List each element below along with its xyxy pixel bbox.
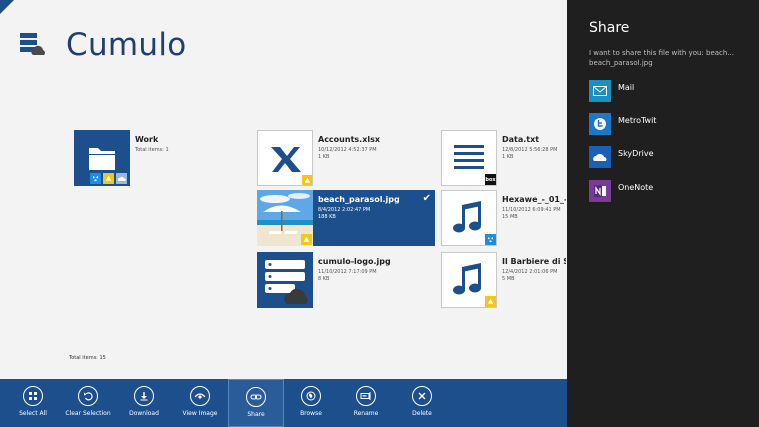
total-items-label: Total items: 15 [69,355,106,361]
download-button[interactable]: Download [116,379,172,427]
browse-button[interactable]: Browse [283,379,339,427]
dropbox-badge-icon [90,173,101,184]
app-title: Cumulo [66,27,187,63]
onenote-icon [589,180,611,202]
share-target-onenote[interactable]: OneNote [589,180,749,204]
rename-button[interactable]: Rename [338,379,394,427]
share-title: Share [589,20,630,36]
file-date: 11/10/2012 6:09:41 PM [502,207,561,213]
file-thumb [441,190,497,246]
file-thumb [257,130,313,186]
gdrive-badge-icon [302,175,312,185]
rename-icon [356,386,376,406]
share-target-mail[interactable]: Mail [589,80,749,104]
metrotwit-icon [589,113,611,135]
view-image-label: View Image [182,410,218,417]
file-size: 1 KB [502,154,514,160]
app-logo-icon [20,33,45,55]
file-name: Hexawe_-_01_-... [502,195,566,204]
delete-label: Delete [412,410,432,417]
file-text: Accounts.xlsx 10/12/2012 4:52:37 PM 1 KB [318,135,442,161]
grid-icon [23,386,43,406]
share-target-label: SkyDrive [618,149,654,158]
gdrive-badge-icon [103,173,114,184]
file-size: 1 KB [318,154,330,160]
file-date: 10/12/2012 4:52:37 PM [318,147,377,153]
folder-text: Work Total items: 1 [135,135,259,154]
share-button[interactable]: Share [228,379,284,427]
file-date: 12/8/2012 5:56:28 PM [502,147,558,153]
share-pane: Share I want to share this file with you… [567,0,759,427]
selected-check-icon: ✔ [422,193,431,204]
file-text: Hexawe_-_01_-... 11/10/2012 6:09:41 PM 1… [502,195,566,221]
folder-name: Work [135,135,159,144]
clear-selection-button[interactable]: Clear Selection [60,379,116,427]
undo-icon [78,386,98,406]
delete-button[interactable]: Delete [394,379,450,427]
link-icon [246,387,266,407]
file-tile-barbiere[interactable]: Il Barbiere di Sivig 12/4/2012 2:01:06 P… [441,252,567,308]
share-label: Share [247,411,265,418]
file-thumb: box [441,130,497,186]
app-bar: Select All Clear Selection Download View… [0,379,567,427]
file-tile-hexawe[interactable]: Hexawe_-_01_-... 11/10/2012 6:09:41 PM 1… [441,190,567,246]
file-thumb [257,190,313,246]
cumulo-window: Cumulo Work Total items: 1 Accounts.xlsx… [0,0,759,427]
gdrive-badge-icon [301,234,312,245]
share-target-label: Mail [618,83,635,92]
file-size: 5 MB [502,276,515,282]
share-target-label: OneNote [618,183,654,192]
skydrive-icon [589,146,611,168]
file-date: 11/10/2012 7:17:09 PM [318,269,377,275]
mail-icon [589,80,611,102]
folder-thumb [74,130,130,186]
file-thumb [441,252,497,308]
close-icon [412,386,432,406]
browse-label: Browse [300,410,322,417]
skydrive-badge-icon [116,173,127,184]
eye-icon [190,386,210,406]
corner-accent [0,0,14,14]
folder-tile-work[interactable]: Work Total items: 1 [74,130,194,186]
clear-selection-label: Clear Selection [65,410,111,417]
file-size: 8 KB [318,276,330,282]
box-badge-icon: box [485,174,496,185]
file-size: 188 KB [318,214,336,220]
file-tile-beach-parasol[interactable]: beach_parasol.jpg 8/4/2012 2:02:47 PM 18… [257,190,435,246]
gdrive-badge-icon [485,296,496,307]
file-size: 15 MB [502,214,518,220]
dropbox-badge-icon [485,234,496,245]
download-label: Download [129,410,159,417]
globe-icon [301,386,321,406]
share-target-metrotwit[interactable]: MetroTwit [589,113,749,137]
share-target-skydrive[interactable]: SkyDrive [589,146,749,170]
cumulo-logo-icon [265,260,308,304]
file-tile-cumulo-logo[interactable]: cumulo-logo.jpg 11/10/2012 7:17:09 PM 8 … [257,252,435,308]
file-date: 12/4/2012 2:01:06 PM [502,269,558,275]
select-all-button[interactable]: Select All [5,379,61,427]
file-thumb [257,252,313,308]
folder-meta: Total items: 1 [135,147,169,153]
rename-label: Rename [353,410,379,417]
file-name: cumulo-logo.jpg [318,257,391,266]
file-date: 8/4/2012 2:02:47 PM [318,207,371,213]
view-image-button[interactable]: View Image [172,379,228,427]
file-name: Data.txt [502,135,540,144]
file-text: cumulo-logo.jpg 11/10/2012 7:17:09 PM 8 … [318,257,442,283]
file-tile-accounts[interactable]: Accounts.xlsx 10/12/2012 4:52:37 PM 1 KB [257,130,435,186]
download-icon [134,386,154,406]
select-all-label: Select All [19,410,47,417]
share-target-label: MetroTwit [618,116,657,125]
file-name: Accounts.xlsx [318,135,381,144]
file-text: Data.txt 12/8/2012 5:56:28 PM 1 KB [502,135,566,161]
file-tile-data-txt[interactable]: box Data.txt 12/8/2012 5:56:28 PM 1 KB [441,130,567,186]
file-text: Il Barbiere di Sivig 12/4/2012 2:01:06 P… [502,257,566,283]
share-description: I want to share this file with you: beac… [589,49,734,67]
file-name: Il Barbiere di Sivig [502,257,566,266]
